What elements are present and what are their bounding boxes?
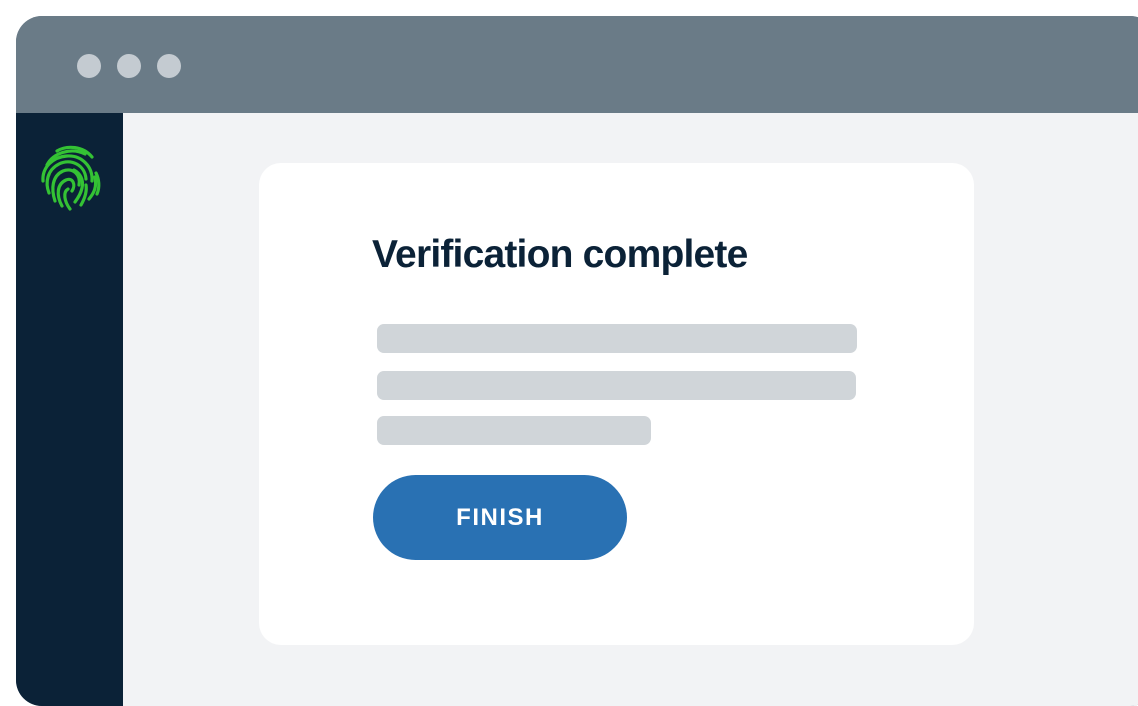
finish-button[interactable]: FINISH [373, 475, 627, 560]
sidebar [16, 113, 123, 706]
card-title: Verification complete [372, 233, 748, 276]
verification-card: Verification complete FINISH [259, 163, 974, 645]
window-control-dot[interactable] [157, 54, 181, 78]
text-placeholder-line [377, 416, 651, 445]
browser-window: Verification complete FINISH [16, 16, 1138, 706]
window-titlebar [16, 16, 1138, 113]
window-control-dot[interactable] [77, 54, 101, 78]
main-content: Verification complete FINISH [123, 113, 1138, 706]
text-placeholder-line [377, 371, 856, 400]
window-control-dot[interactable] [117, 54, 141, 78]
fingerprint-icon [41, 145, 101, 211]
text-placeholder-line [377, 324, 857, 353]
